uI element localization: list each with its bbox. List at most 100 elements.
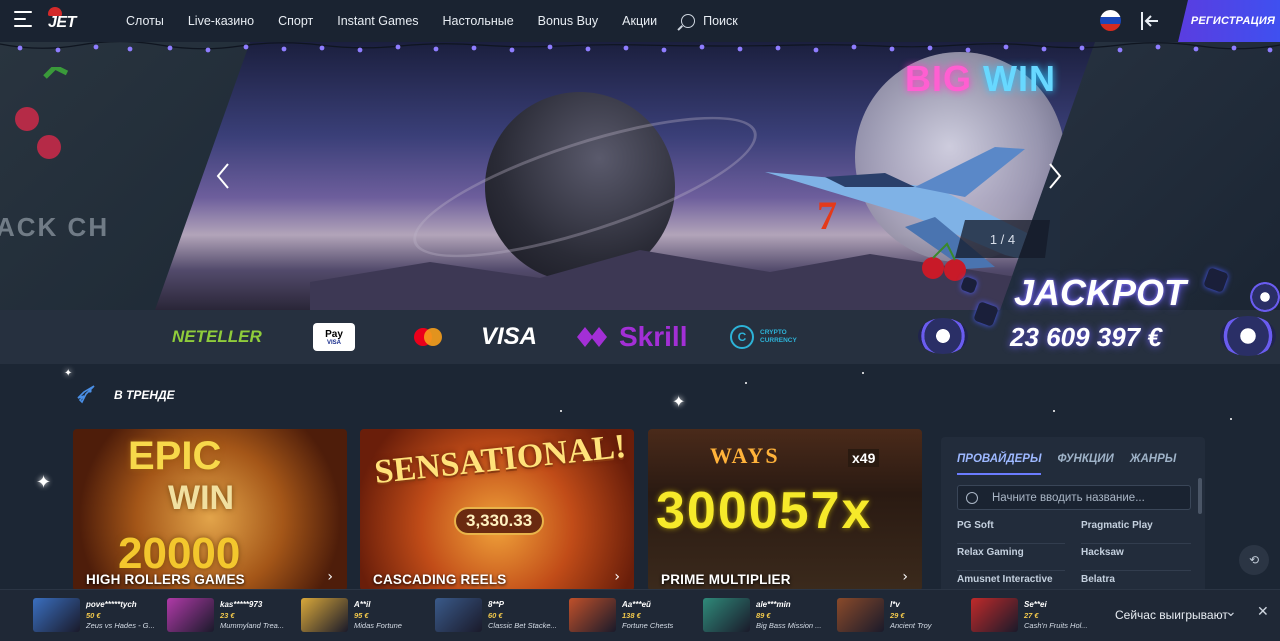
login-icon[interactable]: [1138, 10, 1160, 32]
casino-chip-icon: [918, 318, 968, 354]
rocket-icon: [77, 385, 95, 404]
winner-username: l*v: [890, 600, 900, 609]
winner-username: Aa***ей: [622, 600, 651, 609]
jackpot-amount: 23 609 397 €: [1010, 322, 1162, 352]
chevron-right-icon: ›: [614, 569, 620, 585]
slide-counter: 1 / 4: [955, 220, 1050, 258]
winner-game-name: Ancient Troy: [890, 621, 932, 630]
chevron-right-icon: ›: [902, 569, 908, 585]
applepay-logo: Pay VISA: [313, 310, 355, 364]
skrill-text: Skrill: [619, 321, 688, 352]
skrill-logo: Skrill: [577, 310, 687, 364]
slider-next-icon[interactable]: [1042, 162, 1066, 190]
winner-amount: 29 €: [890, 611, 905, 620]
sparkle-icon: ✦: [36, 472, 52, 493]
card-art-text: WAYS: [710, 443, 780, 468]
winner-username: kas*****973: [220, 600, 263, 609]
trending-title: В ТРЕНДЕ: [114, 388, 175, 402]
card-art-text: x49: [848, 449, 880, 467]
neteller-logo: NETELLER: [172, 327, 262, 346]
big-win-headline: BIG WIN: [905, 58, 1056, 100]
nav-sport[interactable]: Спорт: [278, 14, 313, 28]
search-label: Поиск: [703, 14, 738, 28]
nav-live-casino[interactable]: Live-казино: [188, 14, 254, 28]
search-icon: [681, 14, 696, 28]
crypto-line2: CURRENCY: [760, 337, 797, 344]
main-nav: Слоты Live-казино Спорт Instant Games На…: [114, 0, 738, 42]
ru-flag-icon[interactable]: [1100, 10, 1121, 31]
provider-search: [957, 485, 1191, 510]
menu-icon[interactable]: [14, 11, 36, 29]
chevron-right-icon: ›: [327, 569, 333, 585]
winner-username: pove*****tych: [86, 600, 137, 609]
winner-game-thumbnail: [301, 598, 348, 632]
jackpot-banner[interactable]: JACKPOT 23 609 397 €: [900, 256, 1280, 366]
card-art-text: EPIC: [128, 434, 222, 478]
big-win-part1: BIG: [905, 58, 973, 99]
nav-promotions[interactable]: Акции: [622, 14, 657, 28]
sparkle-icon: ✦: [672, 392, 686, 411]
dice-icon: [1203, 267, 1229, 293]
search-button[interactable]: Поиск: [681, 14, 738, 28]
winner-amount: 50 €: [86, 611, 101, 620]
winners-label: Сейчас выигрывают: [1115, 608, 1228, 622]
tab-providers[interactable]: ПРОВАЙДЕРЫ: [957, 453, 1042, 475]
provider-item[interactable]: PG Soft: [957, 517, 1065, 544]
crypto-line1: CRYPTO: [760, 329, 787, 336]
provider-item[interactable]: Hacksaw: [1081, 544, 1191, 571]
chevron-down-icon[interactable]: ⌄: [1225, 604, 1237, 620]
nav-bonus-buy[interactable]: Bonus Buy: [538, 14, 598, 28]
winner-item[interactable]: A**il 95 € Midas Fortune: [301, 589, 429, 641]
winner-game-thumbnail: [703, 598, 750, 632]
winner-game-name: Classic Bet Stacke...: [488, 621, 557, 630]
winner-amount: 27 €: [1024, 611, 1039, 620]
search-icon: [966, 491, 978, 504]
provider-search-input[interactable]: [992, 491, 1182, 504]
winner-item[interactable]: Aa***ей 138 € Fortune Chests: [569, 589, 697, 641]
provider-item[interactable]: Relax Gaming: [957, 544, 1065, 571]
provider-scrollbar[interactable]: [1198, 478, 1202, 514]
winner-item[interactable]: pove*****tych 50 € Zeus vs Hades - G...: [33, 589, 161, 641]
provider-item[interactable]: Pragmatic Play: [1081, 517, 1191, 544]
applepay-subtext: VISA: [326, 339, 341, 346]
winner-game-name: Mummyland Trea...: [220, 621, 285, 630]
sparkle-icon: ✦: [64, 368, 73, 379]
winner-item[interactable]: Se**ei 27 € Cash'n Fruits Hol...: [971, 589, 1099, 641]
tab-features[interactable]: ФУНКЦИИ: [1057, 453, 1113, 475]
winner-game-thumbnail: [33, 598, 80, 632]
winner-username: 8**P: [488, 600, 505, 609]
card-title: CASCADING REELS: [373, 572, 507, 587]
card-art-text: 3,330.33: [454, 507, 545, 535]
winner-item[interactable]: ale***min 89 € Big Bass Mission ...: [703, 589, 831, 641]
nav-instant-games[interactable]: Instant Games: [337, 14, 418, 28]
casino-chip-icon: [1250, 282, 1280, 312]
winner-game-name: Zeus vs Hades - G...: [86, 621, 155, 630]
slider-prev-icon[interactable]: [212, 162, 236, 190]
logo-text: JET: [48, 14, 76, 31]
logo[interactable]: JET: [46, 6, 86, 36]
top-header: JET Слоты Live-казино Спорт Instant Game…: [0, 0, 1280, 42]
dice-icon: [960, 276, 978, 294]
nav-table-games[interactable]: Настольные: [443, 14, 514, 28]
winner-item[interactable]: kas*****973 23 € Mummyland Trea...: [167, 589, 295, 641]
support-chat-button[interactable]: ⟲: [1239, 545, 1269, 575]
game-card-cascading-reels[interactable]: SENSATIONAL! 3,330.33 CASCADING REELS ›: [360, 429, 634, 591]
slot-machine-text: ACK CH: [0, 212, 110, 242]
winner-game-thumbnail: [837, 598, 884, 632]
winner-username: ale***min: [756, 600, 791, 609]
provider-list: PG Soft Pragmatic Play Relax Gaming Hack…: [957, 517, 1191, 597]
star-dot: [745, 382, 747, 384]
winner-amount: 89 €: [756, 611, 771, 620]
nav-slots[interactable]: Слоты: [126, 14, 164, 28]
winner-item[interactable]: l*v 29 € Ancient Troy: [837, 589, 965, 641]
slot-machine-art: ACK CH: [0, 162, 110, 292]
game-card-high-rollers[interactable]: EPIC WIN 20000 HIGH ROLLERS GAMES ›: [73, 429, 347, 591]
winner-amount: 60 €: [488, 611, 503, 620]
winner-item[interactable]: 8**P 60 € Classic Bet Stacke...: [435, 589, 563, 641]
card-title: PRIME MULTIPLIER: [661, 572, 791, 587]
tab-genres[interactable]: ЖАНРЫ: [1130, 453, 1176, 475]
register-button[interactable]: РЕГИСТРАЦИЯ: [1178, 0, 1280, 42]
game-card-prime-multiplier[interactable]: WAYS x49 300057x PRIME MULTIPLIER ›: [648, 429, 922, 591]
mastercard-logo: [412, 310, 444, 364]
close-icon[interactable]: ✕: [1257, 604, 1269, 620]
